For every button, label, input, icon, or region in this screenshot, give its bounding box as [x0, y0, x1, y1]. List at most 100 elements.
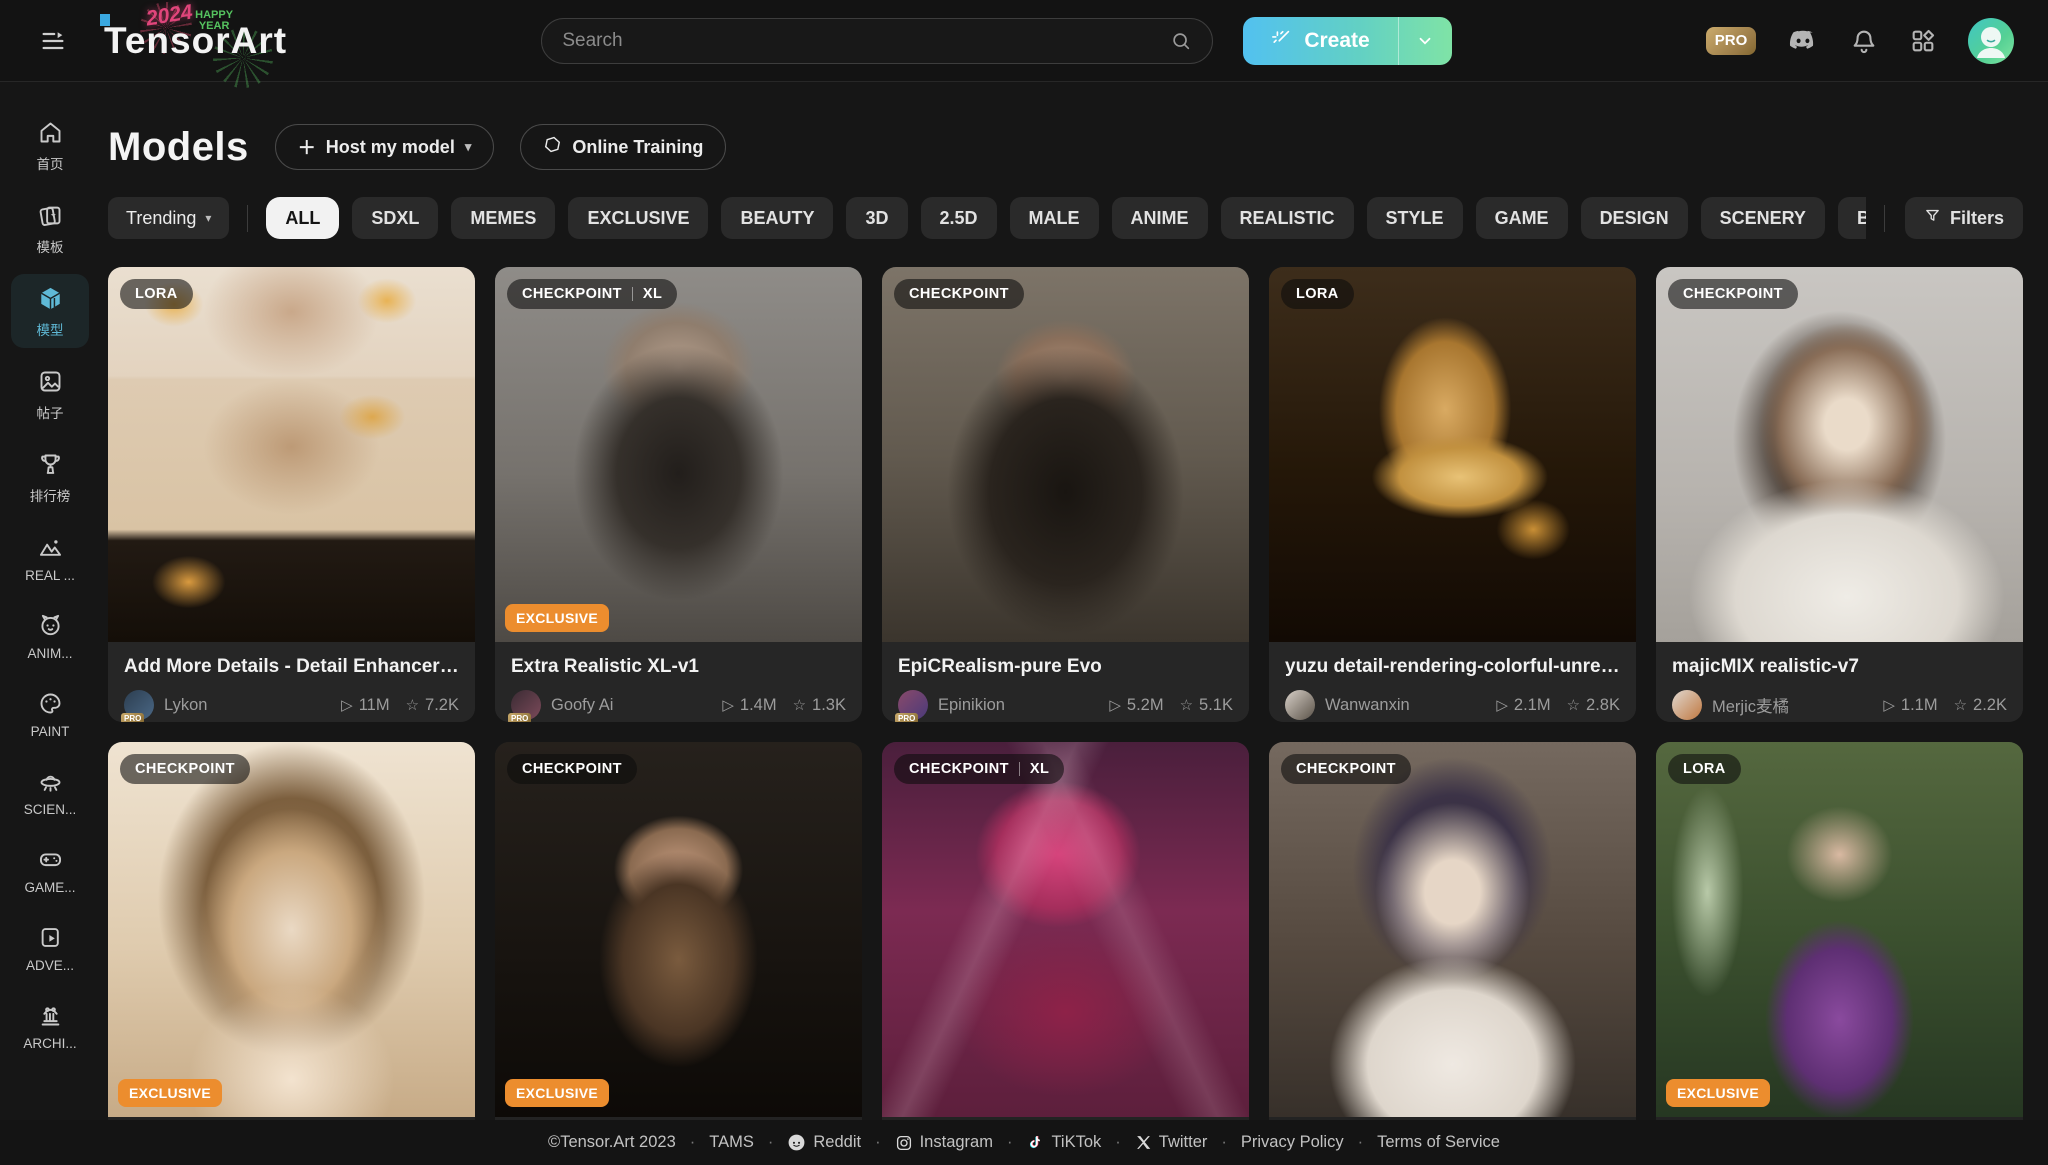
tensorart-logo[interactable]: 2024 HAPPY YEAR TensorArt	[104, 0, 287, 88]
tab-exclusive[interactable]: EXCLUSIVE	[568, 197, 709, 239]
magic-wand-icon	[1271, 27, 1293, 55]
star-icon: ☆	[1953, 697, 1968, 714]
author-avatar[interactable]: PRO	[895, 690, 928, 722]
model-card[interactable]: CHECKPOINT	[1269, 742, 1636, 1120]
model-card[interactable]: LORA Add More Details - Detail Enhancer …	[108, 267, 475, 722]
pro-badge[interactable]: PRO	[1706, 26, 1756, 55]
tab-buildings[interactable]: BUILDINGS	[1837, 197, 1866, 239]
model-card[interactable]: CHECKPOINT EXCLUSIVE	[108, 742, 475, 1120]
model-type-badge: CHECKPOINT	[507, 754, 637, 784]
tab-anime[interactable]: ANIME	[1111, 197, 1208, 239]
model-preview-image: CHECKPOINT	[1656, 267, 2023, 642]
play-icon: ▷	[1883, 697, 1895, 714]
sidebar-item-paint[interactable]: PAINT	[11, 679, 89, 748]
model-card[interactable]: CHECKPOINT EpiCRealism-pure Evo PRO Epin…	[882, 267, 1249, 722]
footer-link-reddit[interactable]: Reddit	[787, 1133, 861, 1152]
tab-beauty[interactable]: BEAUTY	[721, 197, 834, 239]
star-icon: ☆	[1179, 697, 1194, 714]
sidebar-item-models[interactable]: 模型	[11, 274, 89, 348]
author-pro-badge: PRO	[508, 713, 532, 722]
search-bar[interactable]	[541, 17, 1214, 64]
sidebar-item-game[interactable]: GAME...	[11, 835, 89, 904]
sidebar-item-posts[interactable]: 帖子	[11, 357, 89, 431]
model-card-info: Extra Realistic XL-v1 PRO Goofy Ai ▷ 1.4M…	[495, 642, 862, 722]
author-avatar[interactable]	[1672, 690, 1702, 720]
sidebar-item-label: 模型	[36, 323, 64, 338]
divider	[1883, 204, 1885, 232]
tab-all[interactable]: ALL	[266, 197, 340, 239]
notification-bell-icon[interactable]	[1850, 27, 1878, 55]
sidebar-item-templates[interactable]: 模板	[11, 191, 89, 265]
sort-dropdown[interactable]: Trending ▾	[108, 197, 230, 239]
chevron-down-icon: ▾	[464, 139, 472, 154]
sidebar-item-advertisement[interactable]: ADVE...	[11, 913, 89, 982]
ad-play-icon	[37, 924, 64, 951]
footer-link-terms-of-service[interactable]: Terms of Service	[1377, 1133, 1500, 1152]
search-input[interactable]	[562, 29, 1171, 52]
sidebar-item-anime[interactable]: ANIM...	[11, 601, 89, 670]
sidebar-item-label: 帖子	[36, 406, 64, 421]
model-card[interactable]: CHECKPOINT XL	[882, 742, 1249, 1120]
create-dropdown-chevron-icon[interactable]	[1397, 16, 1452, 65]
footer-link-tiktok[interactable]: TiKTok	[1026, 1133, 1101, 1152]
author-avatar[interactable]: PRO	[121, 690, 154, 722]
funnel-icon	[1924, 207, 1941, 229]
tab-sdxl[interactable]: SDXL	[352, 197, 439, 239]
main-content: Models ＋ Host my model ▾ Online Training…	[100, 82, 2048, 1120]
tab-3d[interactable]: 3D	[846, 197, 908, 239]
palette-icon	[37, 690, 64, 717]
sidebar-item-leaderboard[interactable]: 排行榜	[11, 440, 89, 514]
online-training-button[interactable]: Online Training	[520, 124, 727, 170]
search-icon[interactable]	[1170, 30, 1192, 52]
sidebar-item-label: GAME...	[24, 880, 76, 895]
sidebar-item-architecture[interactable]: ARCHI...	[11, 991, 89, 1060]
play-icon: ▷	[341, 697, 353, 714]
sidebar-item-realistic[interactable]: REAL ...	[11, 523, 89, 592]
model-card[interactable]: CHECKPOINT EXCLUSIVE	[495, 742, 862, 1120]
tab-style[interactable]: STYLE	[1366, 197, 1463, 239]
sidebar-toggle-icon[interactable]	[30, 18, 76, 64]
sidebar-item-scifi[interactable]: SCIEN...	[11, 757, 89, 826]
author-name[interactable]: Lykon	[164, 696, 333, 715]
ufo-icon	[37, 768, 64, 795]
filters-button[interactable]: Filters	[1904, 197, 2023, 239]
model-preview-image: CHECKPOINT EXCLUSIVE	[108, 742, 475, 1117]
host-my-model-button[interactable]: ＋ Host my model ▾	[274, 124, 495, 170]
model-card[interactable]: LORA yuzu detail-rendering-colorful-unre…	[1269, 267, 1636, 722]
discord-icon[interactable]	[1787, 25, 1819, 57]
model-type-badge: LORA	[120, 279, 193, 309]
user-avatar[interactable]	[1968, 17, 2014, 64]
author-name[interactable]: Epinikion	[938, 696, 1101, 715]
tab-memes[interactable]: MEMES	[451, 197, 556, 239]
plus-icon: ＋	[297, 138, 316, 158]
footer-link-instagram[interactable]: Instagram	[895, 1133, 993, 1152]
sidebar-item-label: ADVE...	[25, 958, 74, 973]
apps-grid-icon[interactable]	[1909, 27, 1937, 55]
tab-realistic[interactable]: REALISTIC	[1220, 197, 1354, 239]
model-card[interactable]: LORA EXCLUSIVE	[1656, 742, 2023, 1120]
model-card[interactable]: CHECKPOINT majicMIX realistic-v7 Merjic麦…	[1656, 267, 2023, 722]
model-type-badge: CHECKPOINT XL	[507, 279, 678, 309]
author-name[interactable]: Goofy Ai	[551, 696, 714, 715]
tab-2-5d[interactable]: 2.5D	[920, 197, 997, 239]
model-card-info: EpiCRealism-pure Evo PRO Epinikion ▷ 5.2M…	[882, 642, 1249, 722]
sidebar-item-home[interactable]: 首页	[11, 108, 89, 182]
footer-separator: ·	[1006, 1133, 1013, 1151]
author-avatar[interactable]	[1285, 690, 1315, 720]
play-icon: ▷	[722, 697, 734, 714]
footer-link-privacy-policy[interactable]: Privacy Policy	[1241, 1133, 1344, 1152]
runs-stat: ▷ 5.2M	[1109, 695, 1164, 715]
model-card-grid: LORA Add More Details - Detail Enhancer …	[108, 267, 2023, 1120]
author-avatar[interactable]: PRO	[508, 690, 541, 722]
footer-link-twitter[interactable]: Twitter	[1135, 1133, 1207, 1152]
footer-separator: ·	[875, 1133, 881, 1151]
model-card[interactable]: CHECKPOINT XL EXCLUSIVE Extra Realistic …	[495, 267, 862, 722]
tab-scenery[interactable]: SCENERY	[1700, 197, 1825, 239]
author-name[interactable]: Merjic麦橘	[1712, 693, 1875, 717]
tab-male[interactable]: MALE	[1009, 197, 1099, 239]
tab-design[interactable]: DESIGN	[1580, 197, 1688, 239]
footer-link-tams[interactable]: TAMS	[709, 1133, 754, 1152]
create-button[interactable]: Create	[1243, 17, 1397, 65]
tab-game[interactable]: GAME	[1475, 197, 1568, 239]
author-name[interactable]: Wanwanxin	[1325, 696, 1488, 715]
